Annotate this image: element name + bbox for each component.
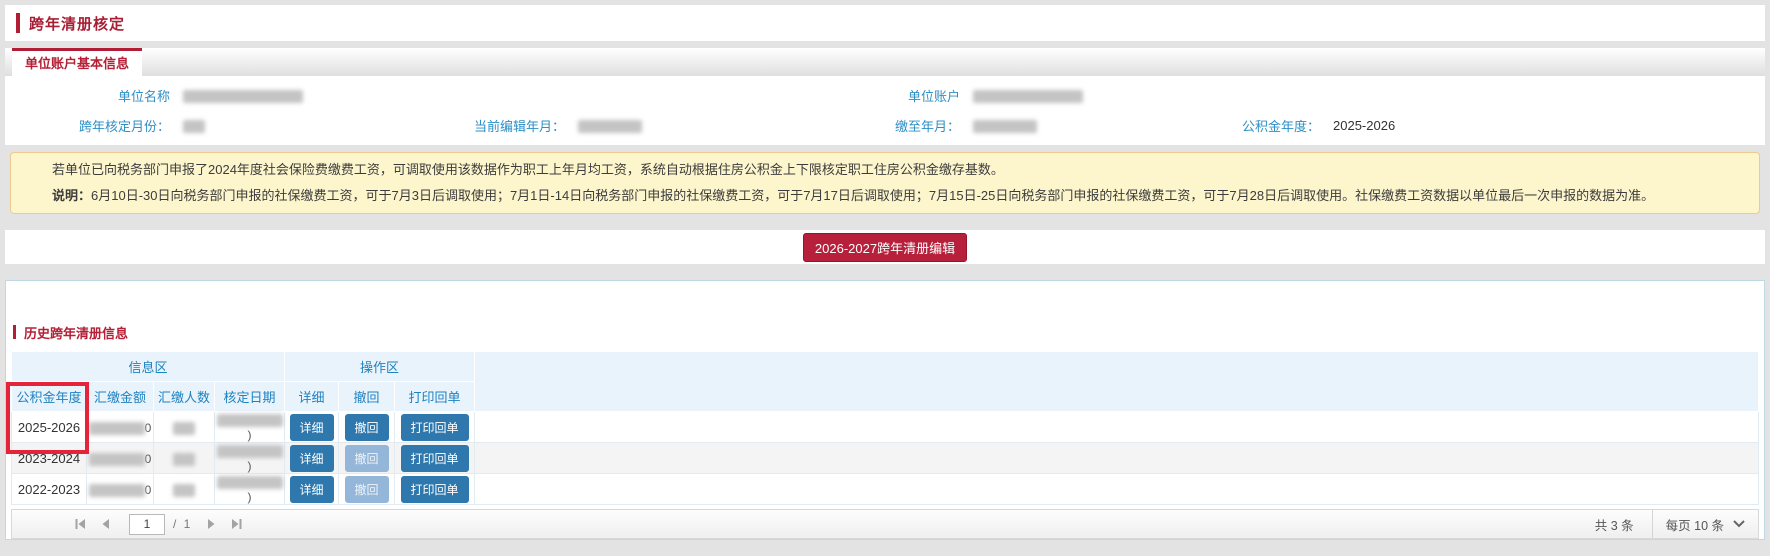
pagination-bar: / 1 共 3 条 每页 10 条 — [11, 509, 1759, 539]
detail-button[interactable]: 详细 — [290, 414, 334, 441]
print-receipt-button[interactable]: 打印回单 — [401, 476, 469, 503]
history-section-title: 历史跨年清册信息 — [13, 323, 1764, 341]
page-total-label: / 1 — [173, 517, 192, 531]
cell-people-redacted — [154, 443, 215, 474]
cell-people-redacted — [154, 474, 215, 505]
page-number-input[interactable] — [129, 514, 165, 535]
print-receipt-button[interactable]: 打印回单 — [401, 414, 469, 441]
unit-name-value-redacted — [183, 90, 303, 103]
col-header-amount: 汇缴金额 — [87, 382, 154, 412]
title-accent-bar — [16, 13, 20, 33]
unit-info-panel: 单位账户基本信息 单位名称 单位账户 跨年核定月份： 当前编辑年月： — [5, 48, 1765, 145]
cell-amount-redacted: 0 — [87, 412, 154, 443]
print-receipt-button[interactable]: 打印回单 — [401, 445, 469, 472]
header-filler — [475, 352, 1759, 412]
cell-fund-year: 2023-2024 — [12, 443, 87, 474]
table-row: 2023-2024 0 ) 详细 撤回 打印回单 — [12, 443, 1759, 474]
notice-line-1: 若单位已向税务部门申报了2024年度社会保险费缴费工资，可调取使用该数据作为职工… — [52, 157, 1729, 183]
unit-info-form: 单位名称 单位账户 跨年核定月份： 当前编辑年月： 缴至年月： — [5, 76, 1765, 145]
col-header-detail: 详细 — [285, 382, 339, 412]
detail-button[interactable]: 详细 — [290, 445, 334, 472]
history-title: 历史跨年清册信息 — [24, 323, 128, 342]
table-row: 2025-2026 0 ) 详细 撤回 打印回单 — [12, 412, 1759, 443]
col-header-withdraw: 撤回 — [339, 382, 395, 412]
chevron-down-icon — [1733, 517, 1745, 531]
withdraw-button[interactable]: 撤回 — [345, 414, 389, 441]
notice-line-2-text: 6月10日-30日向税务部门申报的社保缴费工资，可于7月3日后调取使用；7月1日… — [91, 188, 1654, 203]
withdraw-button-disabled: 撤回 — [345, 476, 389, 503]
history-panel: 历史跨年清册信息 信息区 操作区 公积金年度 汇缴金额 汇缴人数 核定日期 详细… — [5, 280, 1765, 540]
action-strip: 2026-2027跨年清册编辑 — [5, 230, 1765, 264]
notice-box: 若单位已向税务部门申报了2024年度社会保险费缴费工资，可调取使用该数据作为职工… — [10, 152, 1760, 214]
last-page-icon[interactable] — [224, 518, 250, 530]
edit-roster-button[interactable]: 2026-2027跨年清册编辑 — [803, 233, 967, 262]
unit-name-label: 单位名称 — [5, 86, 170, 105]
title-bar: 跨年清册核定 — [5, 5, 1765, 41]
group-header-operation: 操作区 — [285, 352, 475, 382]
group-header-info: 信息区 — [12, 352, 285, 382]
cross-year-month-label: 跨年核定月份： — [5, 116, 170, 135]
page-size-select[interactable]: 每页 10 条 — [1652, 510, 1758, 538]
cross-year-month-value-redacted — [183, 120, 205, 133]
section-accent-bar — [13, 325, 16, 339]
first-page-icon[interactable] — [67, 518, 93, 530]
previous-page-icon[interactable] — [93, 518, 119, 530]
unit-account-value-redacted — [973, 90, 1083, 103]
paid-to-month-value-redacted — [973, 120, 1037, 133]
cell-fund-year: 2025-2026 — [12, 412, 87, 443]
notice-line-2-label: 说明： — [52, 188, 91, 203]
notice-line-2: 说明：6月10日-30日向税务部门申报的社保缴费工资，可于7月3日后调取使用；7… — [52, 183, 1729, 209]
table-row: 2022-2023 0 ) 详细 撤回 打印回单 — [12, 474, 1759, 505]
cell-date-redacted: ) — [215, 412, 285, 443]
fund-year-value: 2025-2026 — [1333, 118, 1395, 133]
tab-strip: 单位账户基本信息 — [5, 48, 1765, 76]
col-header-fund-year: 公积金年度 — [12, 382, 87, 412]
history-table: 信息区 操作区 公积金年度 汇缴金额 汇缴人数 核定日期 详细 撤回 打印回单 … — [11, 351, 1759, 505]
cell-amount-redacted: 0 — [87, 443, 154, 474]
cell-people-redacted — [154, 412, 215, 443]
current-edit-month-value-redacted — [578, 120, 642, 133]
detail-button[interactable]: 详细 — [290, 476, 334, 503]
withdraw-button-disabled: 撤回 — [345, 445, 389, 472]
current-edit-month-label: 当前编辑年月： — [400, 116, 565, 135]
unit-account-label: 单位账户 — [795, 86, 960, 105]
col-header-date: 核定日期 — [215, 382, 285, 412]
next-page-icon[interactable] — [198, 518, 224, 530]
cell-date-redacted: ) — [215, 443, 285, 474]
cell-fund-year: 2022-2023 — [12, 474, 87, 505]
col-header-people: 汇缴人数 — [154, 382, 215, 412]
paid-to-month-label: 缴至年月： — [795, 116, 960, 135]
page-title: 跨年清册核定 — [29, 13, 125, 34]
tab-unit-account-info[interactable]: 单位账户基本信息 — [12, 48, 142, 76]
page-size-label: 每页 10 条 — [1666, 515, 1724, 534]
cell-date-redacted: ) — [215, 474, 285, 505]
col-header-print: 打印回单 — [395, 382, 475, 412]
fund-year-label: 公积金年度： — [1190, 116, 1320, 135]
cell-amount-redacted: 0 — [87, 474, 154, 505]
total-count-label: 共 3 条 — [1577, 515, 1652, 534]
